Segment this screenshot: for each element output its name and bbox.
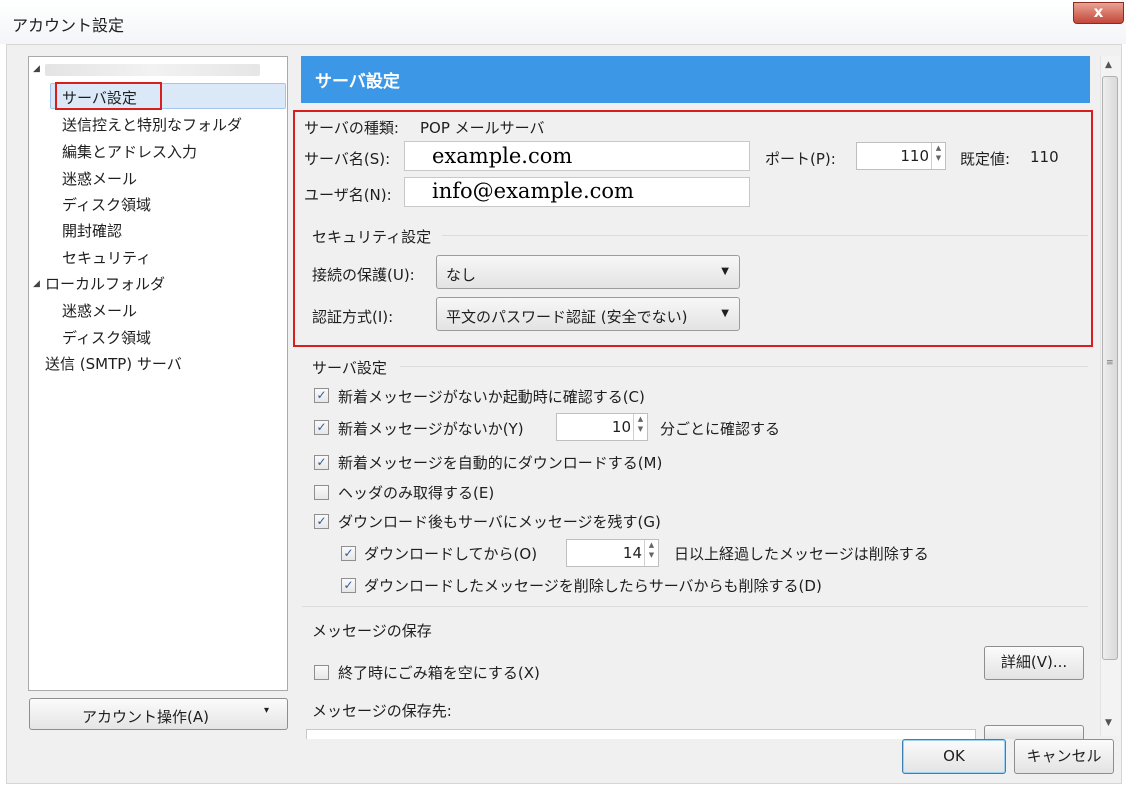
chevron-down-icon: ▼: [721, 308, 729, 319]
highlight-box-tree: [55, 82, 162, 110]
spinner-arrows-icon[interactable]: ▲ ▼: [633, 414, 647, 440]
connection-security-label: 接続の保護(U):: [312, 266, 415, 284]
tree-item-security[interactable]: セキュリティ: [62, 247, 151, 268]
checkbox-delete-after-days[interactable]: ✓: [341, 546, 356, 561]
checkbox-auto-download[interactable]: ✓: [314, 455, 329, 470]
server-name-label: サーバ名(S):: [304, 150, 391, 168]
storage-section-title: メッセージの保存: [312, 622, 432, 640]
scrollbar-thumb[interactable]: [1102, 76, 1118, 660]
grip-icon: ≡: [1106, 358, 1114, 368]
server-settings-section-title: サーバ設定: [312, 359, 387, 377]
delete-days-suffix: 日以上経過したメッセージは削除する: [674, 545, 929, 563]
check-interval-label: 新着メッセージがないか(Y): [338, 420, 524, 438]
check-interval-suffix: 分ごとに確認する: [660, 420, 781, 438]
chevron-down-icon: ▼: [721, 266, 729, 277]
expand-arrow-icon[interactable]: ◢: [33, 64, 40, 74]
check-interval-value: 10: [611, 418, 631, 436]
server-type-value: POP メールサーバ: [420, 119, 545, 137]
checkbox-check-on-startup[interactable]: ✓: [314, 388, 329, 403]
close-button[interactable]: x: [1073, 2, 1124, 24]
delete-days-value: 14: [622, 544, 642, 562]
ok-button[interactable]: OK: [902, 739, 1006, 774]
browse-button[interactable]: [984, 725, 1084, 739]
checkbox-headers-only[interactable]: [314, 485, 329, 500]
scroll-down-icon[interactable]: ▼: [1105, 718, 1112, 728]
account-actions-button[interactable]: アカウント操作(A) ▾: [29, 698, 288, 730]
leave-on-server-label: ダウンロード後もサーバにメッセージを残す(G): [338, 513, 661, 531]
check-on-startup-label: 新着メッセージがないか起動時に確認する(C): [338, 388, 645, 406]
divider: [302, 606, 1088, 607]
checkbox-empty-trash[interactable]: [314, 665, 329, 680]
default-port-value: 110: [1030, 148, 1059, 166]
tree-item-receipts[interactable]: 開封確認: [62, 220, 122, 241]
auth-method-value: 平文のパスワード認証 (安全でない): [446, 308, 688, 326]
delete-from-server-label: ダウンロードしたメッセージを削除したらサーバからも削除する(D): [364, 577, 822, 595]
account-actions-label: アカウント操作(A): [82, 708, 209, 726]
checkbox-leave-on-server[interactable]: ✓: [314, 514, 329, 529]
port-value: 110: [900, 147, 929, 165]
details-button[interactable]: 詳細(V)...: [984, 646, 1084, 680]
connection-security-select[interactable]: なし ▼: [436, 255, 740, 289]
delete-after-days-label: ダウンロードしてから(O): [364, 545, 538, 563]
server-type-label: サーバの種類:: [304, 119, 399, 137]
port-spinner[interactable]: 110 ▲ ▼: [856, 142, 946, 170]
check-interval-spinner[interactable]: 10 ▲ ▼: [556, 413, 648, 441]
close-icon: x: [1093, 3, 1104, 21]
checkbox-check-interval[interactable]: ✓: [314, 420, 329, 435]
divider: [400, 366, 1088, 367]
auth-method-label: 認証方式(I):: [312, 308, 394, 326]
port-label: ポート(P):: [765, 150, 836, 168]
tree-item-local-disk-space[interactable]: ディスク領域: [62, 327, 151, 348]
delete-days-spinner[interactable]: 14 ▲ ▼: [566, 539, 659, 567]
default-port-label: 既定値:: [960, 150, 1011, 168]
scroll-up-icon[interactable]: ▲: [1105, 60, 1112, 70]
empty-trash-label: 終了時にごみ箱を空にする(X): [338, 664, 540, 682]
spinner-arrows-icon[interactable]: ▲ ▼: [644, 540, 658, 566]
username-value: info@example.com: [432, 179, 634, 203]
account-name-blurred: [45, 64, 260, 76]
spinner-arrows-icon[interactable]: ▲ ▼: [931, 143, 945, 169]
expand-arrow-icon[interactable]: ◢: [33, 279, 40, 289]
dropdown-arrow-icon: ▾: [264, 705, 270, 716]
tree-item-local-junk[interactable]: 迷惑メール: [62, 300, 137, 321]
tree-item-copies-folders[interactable]: 送信控えと特別なフォルダ: [62, 114, 242, 135]
cancel-button[interactable]: キャンセル: [1014, 739, 1114, 774]
tree-item-smtp[interactable]: 送信 (SMTP) サーバ: [45, 353, 182, 374]
checkbox-delete-from-server[interactable]: ✓: [341, 578, 356, 593]
headers-only-label: ヘッダのみ取得する(E): [338, 484, 495, 502]
connection-security-value: なし: [446, 266, 477, 284]
tree-item-junk[interactable]: 迷惑メール: [62, 168, 137, 189]
tree-item-local-folders[interactable]: ローカルフォルダ: [45, 273, 165, 294]
divider: [442, 235, 1088, 236]
auth-method-select[interactable]: 平文のパスワード認証 (安全でない) ▼: [436, 297, 740, 331]
title-bar: [0, 0, 1126, 44]
username-label: ユーザ名(N):: [304, 186, 392, 204]
server-name-value: example.com: [432, 144, 573, 168]
security-section-title: セキュリティ設定: [312, 228, 432, 246]
storage-destination-input[interactable]: [306, 729, 976, 739]
page-title: サーバ設定: [301, 56, 1090, 103]
window-title: アカウント設定: [12, 16, 125, 35]
tree-item-disk-space[interactable]: ディスク領域: [62, 194, 151, 215]
auto-download-label: 新着メッセージを自動的にダウンロードする(M): [338, 454, 663, 472]
storage-destination-label: メッセージの保存先:: [312, 702, 452, 720]
tree-item-composition[interactable]: 編集とアドレス入力: [62, 141, 197, 162]
